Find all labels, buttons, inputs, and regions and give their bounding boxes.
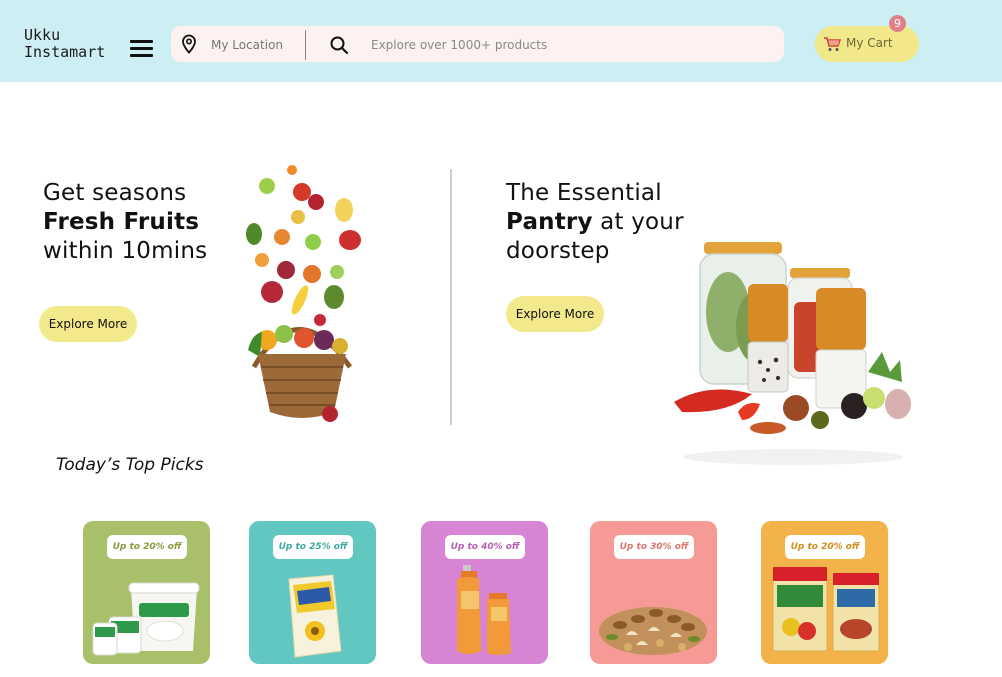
masala-boxes-image [772,566,880,652]
pantry-jars-image [674,242,911,465]
pantry-title-line-1: The Essential [506,180,662,206]
location-pin-icon[interactable] [180,34,198,54]
product-card-shampoo[interactable]: Up to 40% off [421,521,548,664]
logo-line-1: Ukku [24,26,61,44]
dry-fruits-image [599,607,707,655]
product-search-input[interactable] [371,34,771,56]
explore-fruits-button[interactable]: Explore More [39,306,137,342]
dairy-products-image [92,582,200,656]
fruits-hero-title: Get seasons Fresh Fruits within 10mins [43,179,243,266]
search-bar [171,26,784,62]
shopping-cart-icon [824,37,841,51]
product-card-oil[interactable]: Up to 25% off [249,521,376,664]
product-card-dry-fruits[interactable]: Up to 30% off [590,521,717,664]
explore-pantry-button[interactable]: Explore More [506,296,604,332]
deal-tag: Up to 40% off [445,535,525,559]
search-icon[interactable] [329,35,349,55]
oil-pouch-image [288,574,342,658]
product-card-spices[interactable]: Up to 20% off [761,521,888,664]
cart-button[interactable]: My Cart [815,26,919,62]
deal-tag: Up to 20% off [107,535,187,559]
fruit-basket-image [246,165,361,422]
logo-line-2: Instamart [24,43,106,61]
fruits-title-line-1: Get seasons [43,180,187,206]
deal-tag: Up to 20% off [785,535,865,559]
fruits-title-bold: Fresh Fruits [43,209,200,235]
product-card-dairy[interactable]: Up to 20% off [83,521,210,664]
top-header: Ukku Instamart My Cart 9 [0,0,1002,82]
brand-logo[interactable]: Ukku Instamart [24,27,105,61]
hero-divider [450,169,452,425]
shampoo-bottles-image [457,565,511,655]
deal-tag: Up to 25% off [273,535,353,559]
top-picks-title: Today’s Top Picks [56,455,204,475]
pantry-title-bold: Pantry [506,209,593,235]
cart-count-badge: 9 [889,15,906,32]
cart-label: My Cart [846,36,893,50]
fruits-title-line-3: within 10mins [43,238,208,264]
search-divider [305,30,306,60]
hamburger-menu-icon[interactable] [130,40,153,58]
location-input[interactable] [211,34,301,56]
deal-tag: Up to 30% off [614,535,694,559]
